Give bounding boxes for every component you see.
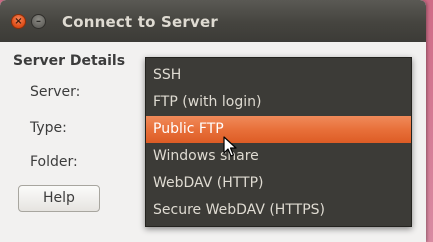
folder-label: Folder: — [30, 154, 78, 170]
help-button[interactable]: Help — [18, 185, 100, 212]
menu-item-secure-webdav-https[interactable]: Secure WebDAV (HTTPS) — [146, 197, 411, 224]
window-title: Connect to Server — [62, 13, 218, 31]
section-title: Server Details — [13, 53, 126, 69]
minimize-icon[interactable]: – — [31, 14, 46, 29]
server-type-dropdown-menu[interactable]: SSH FTP (with login) Public FTP Windows … — [145, 57, 412, 227]
type-label: Type: — [30, 120, 67, 136]
menu-item-ftp-with-login[interactable]: FTP (with login) — [146, 89, 411, 116]
menu-item-webdav-http[interactable]: WebDAV (HTTP) — [146, 170, 411, 197]
menu-item-public-ftp[interactable]: Public FTP — [146, 116, 411, 143]
server-label: Server: — [30, 84, 81, 100]
menu-item-ssh[interactable]: SSH — [146, 62, 411, 89]
menu-item-windows-share[interactable]: Windows share — [146, 143, 411, 170]
title-bar[interactable]: × – Connect to Server — [0, 0, 426, 42]
close-icon[interactable]: × — [11, 14, 26, 29]
mouse-pointer-icon — [223, 136, 237, 157]
